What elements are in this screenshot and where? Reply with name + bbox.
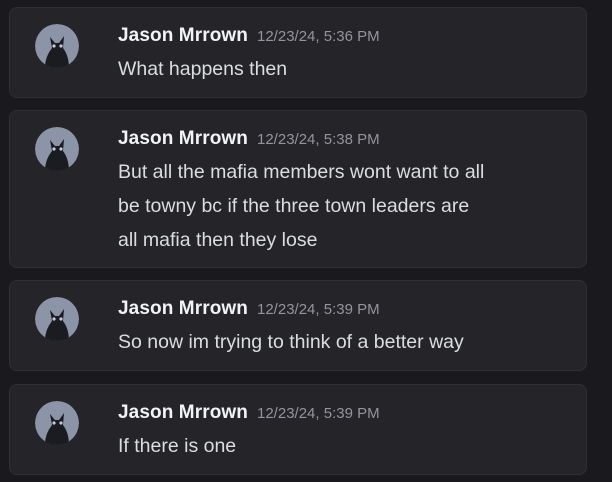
message-line: What happens then <box>118 58 288 80</box>
timestamp: 12/23/24, 5:36 PM <box>257 28 380 45</box>
username[interactable]: Jason Mrrown <box>118 402 248 423</box>
black-cat-avatar-icon <box>35 297 79 341</box>
message-text: So now im trying to think of a better wa… <box>118 325 568 359</box>
message-line: But all the mafia members wont want to a… <box>118 161 485 183</box>
chat-message-list: Jason Mrrown 12/23/24, 5:36 PM What happe… <box>0 0 612 482</box>
avatar[interactable] <box>35 127 79 171</box>
timestamp: 12/23/24, 5:39 PM <box>257 301 380 318</box>
black-cat-avatar-icon <box>35 127 79 171</box>
chat-message[interactable]: Jason Mrrown 12/23/24, 5:39 PM If there i… <box>9 384 587 475</box>
message-text: If there is one <box>118 429 568 463</box>
avatar[interactable] <box>35 24 79 68</box>
black-cat-avatar-icon <box>35 24 79 68</box>
username[interactable]: Jason Mrrown <box>118 25 248 46</box>
chat-message[interactable]: Jason Mrrown 12/23/24, 5:38 PM But all th… <box>9 110 587 268</box>
avatar[interactable] <box>35 297 79 341</box>
black-cat-avatar-icon <box>35 401 79 445</box>
message-text: But all the mafia members wont want to a… <box>118 155 568 257</box>
chat-message[interactable]: Jason Mrrown 12/23/24, 5:39 PM So now im … <box>9 280 587 371</box>
username[interactable]: Jason Mrrown <box>118 128 248 149</box>
timestamp: 12/23/24, 5:39 PM <box>257 405 380 422</box>
timestamp: 12/23/24, 5:38 PM <box>257 131 380 148</box>
message-text: What happens then <box>118 52 568 86</box>
chat-message[interactable]: Jason Mrrown 12/23/24, 5:36 PM What happe… <box>9 7 587 98</box>
message-line: be towny bc if the three town leaders ar… <box>118 195 470 217</box>
message-line: If there is one <box>118 435 237 457</box>
username[interactable]: Jason Mrrown <box>118 298 248 319</box>
message-line: all mafia then they lose <box>118 229 318 251</box>
message-line: So now im trying to think of a better wa… <box>118 331 464 353</box>
avatar[interactable] <box>35 401 79 445</box>
